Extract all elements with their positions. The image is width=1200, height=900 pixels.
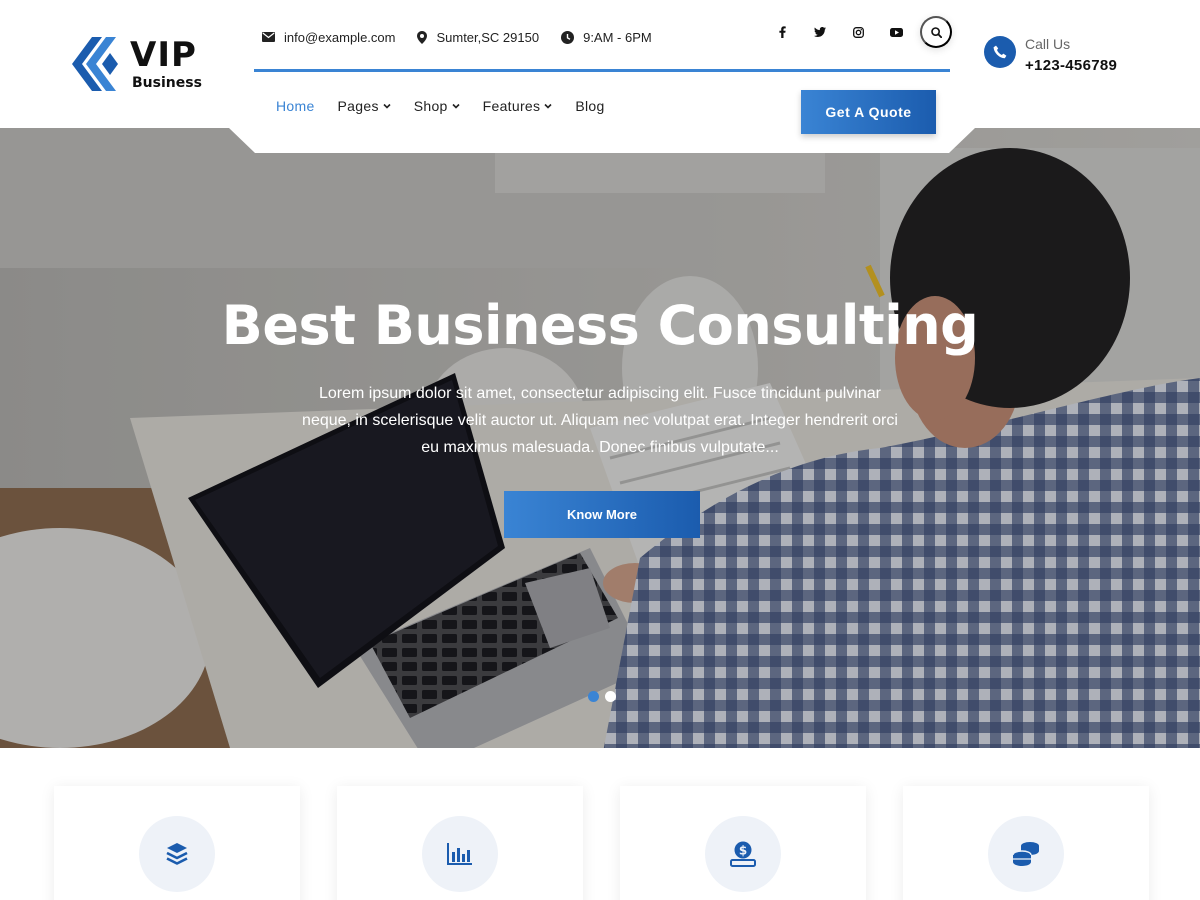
- logo-tagline: Business: [132, 75, 202, 91]
- slider-dots: [588, 691, 622, 702]
- call-text: Call Us +123-456789: [1025, 36, 1117, 74]
- slider-dot-1[interactable]: [588, 691, 599, 702]
- chevron-down-icon: [383, 103, 391, 109]
- service-card-3[interactable]: $: [620, 786, 866, 900]
- clock-icon: [561, 30, 575, 44]
- search-icon: [930, 26, 942, 38]
- service-card-1[interactable]: [54, 786, 300, 900]
- know-more-button[interactable]: Know More: [504, 491, 700, 538]
- chevron-down-icon: [452, 103, 460, 109]
- service-card-2[interactable]: [337, 786, 583, 900]
- topbar: info@example.com Sumter,SC 29150 9:AM - …: [262, 16, 952, 52]
- address-text: Sumter,SC 29150: [436, 29, 540, 45]
- social-links: [763, 16, 952, 48]
- youtube-icon[interactable]: [877, 16, 915, 48]
- nav-notch: [229, 128, 975, 153]
- nav-item-home[interactable]: Home: [276, 98, 315, 114]
- logo-name: VIP: [130, 35, 197, 75]
- header-divider: [254, 69, 950, 72]
- map-pin-icon: [417, 30, 428, 44]
- hero-description: Lorem ipsum dolor sit amet, consectetur …: [302, 385, 898, 456]
- logo[interactable]: VIP Business: [70, 34, 210, 94]
- call-label: Call Us: [1025, 36, 1071, 52]
- hero-title: Best Business Consulting: [221, 294, 979, 357]
- main-nav: Home Pages Shop Features Blog: [276, 98, 628, 114]
- service-card-4[interactable]: [903, 786, 1149, 900]
- layers-icon: [166, 843, 188, 865]
- twitter-icon[interactable]: [801, 16, 839, 48]
- chevron-down-icon: [544, 103, 552, 109]
- envelope-icon: [262, 32, 275, 42]
- service-icon-circle: [422, 816, 498, 892]
- services-section: $: [0, 748, 1200, 900]
- topbar-hours: 9:AM - 6PM: [561, 30, 652, 45]
- service-icon-circle: $: [705, 816, 781, 892]
- phone-icon: [984, 36, 1016, 68]
- call-number[interactable]: +123-456789: [1025, 57, 1117, 74]
- nav-item-pages[interactable]: Pages: [338, 98, 391, 114]
- nav-item-features[interactable]: Features: [483, 98, 553, 114]
- hours-text: 9:AM - 6PM: [583, 29, 652, 45]
- money-hand-icon: $: [730, 841, 756, 867]
- slider-dot-2[interactable]: [605, 691, 616, 702]
- service-icon-circle: [139, 816, 215, 892]
- facebook-icon[interactable]: [763, 16, 801, 48]
- email-text: info@example.com: [284, 29, 396, 45]
- logo-mark-icon: [72, 37, 118, 91]
- svg-text:$: $: [739, 844, 747, 858]
- nav-item-blog[interactable]: Blog: [575, 98, 604, 114]
- hero-slider: Best Business Consulting Lorem ipsum dol…: [0, 128, 1200, 748]
- instagram-icon[interactable]: [839, 16, 877, 48]
- get-quote-button[interactable]: Get A Quote: [801, 90, 936, 134]
- search-button[interactable]: [920, 16, 952, 48]
- service-icon-circle: [988, 816, 1064, 892]
- coins-icon: [1012, 842, 1039, 866]
- site-header: VIP Business info@example.com Sumter,SC …: [0, 0, 1200, 134]
- call-us[interactable]: Call Us +123-456789: [984, 36, 1117, 74]
- nav-item-shop[interactable]: Shop: [414, 98, 460, 114]
- logo-text: VIP Business: [130, 38, 202, 90]
- bar-chart-icon: [447, 843, 472, 865]
- topbar-email[interactable]: info@example.com: [262, 30, 395, 45]
- topbar-address: Sumter,SC 29150: [417, 30, 539, 45]
